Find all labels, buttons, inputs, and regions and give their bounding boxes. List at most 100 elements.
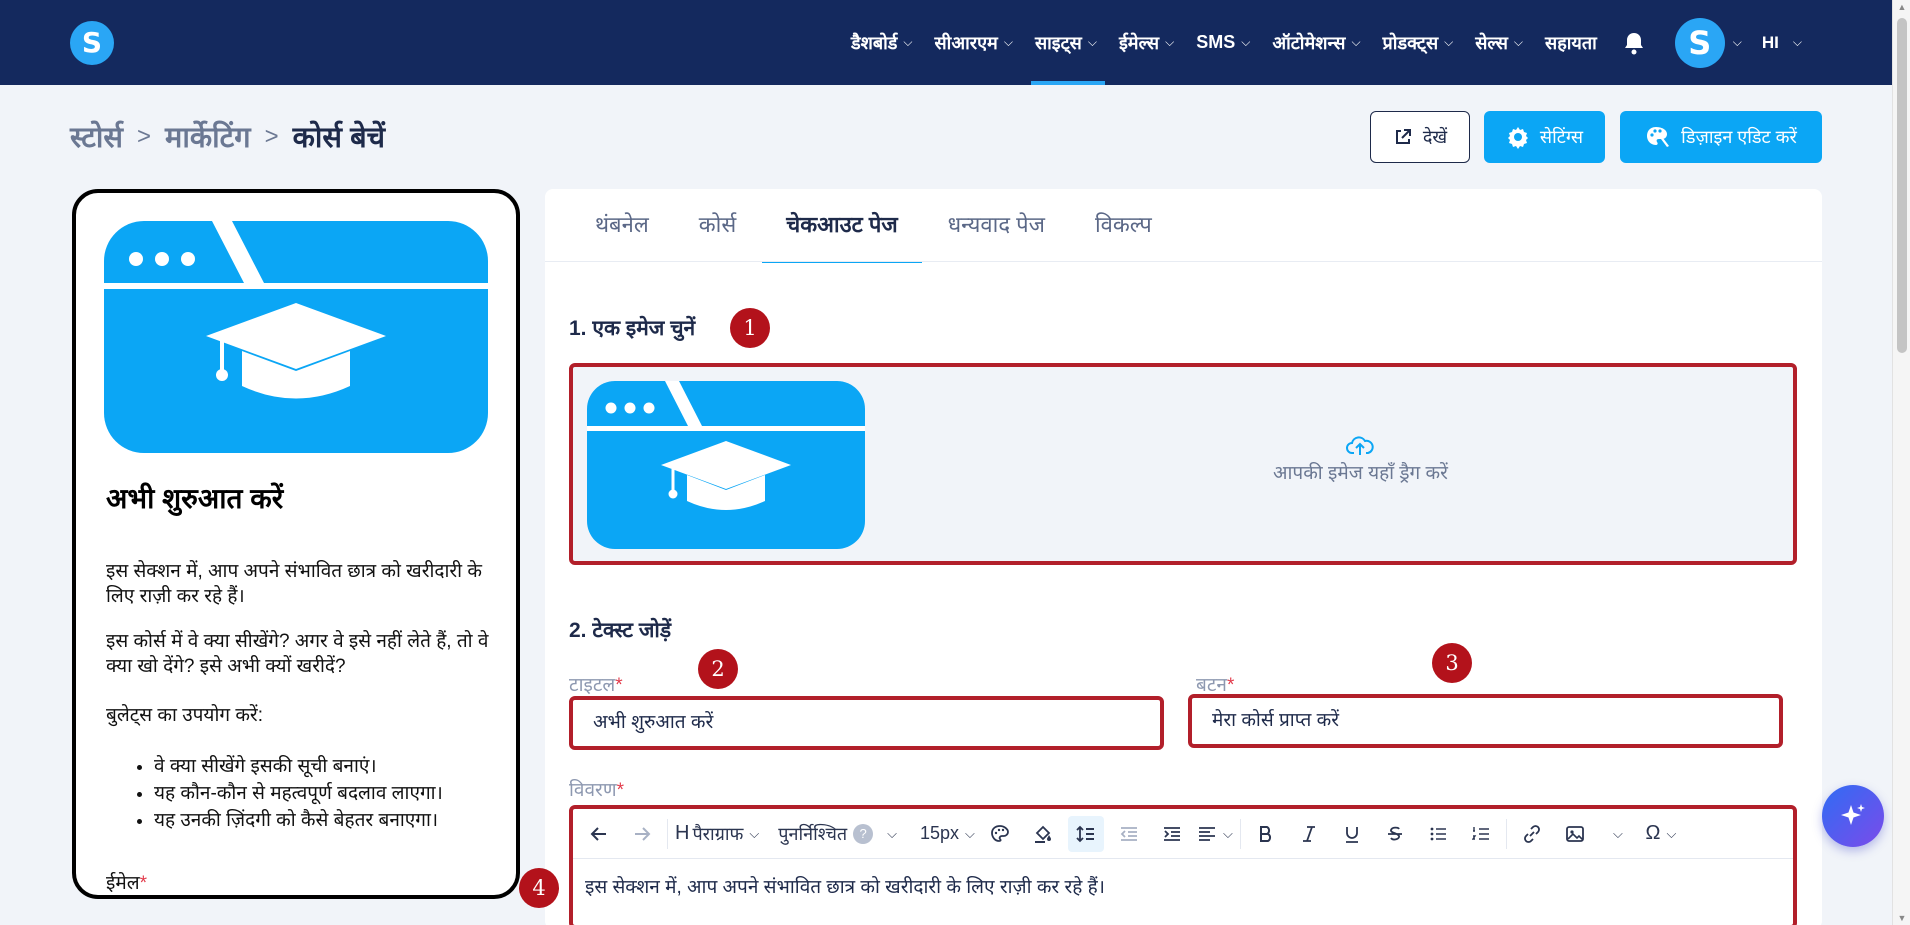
strikethrough-button[interactable] (1377, 816, 1413, 852)
checkout-preview: अभी शुरुआत करें इस सेक्शन में, आप अपने स… (72, 189, 520, 899)
breadcrumb-separator: > (264, 122, 279, 150)
chevron-down-icon: ⌵ (749, 825, 760, 841)
font-size-dropdown[interactable]: 15px ⌵ (920, 816, 975, 852)
title-input[interactable]: अभी शुरुआत करें (569, 696, 1164, 750)
gear-icon (1507, 127, 1528, 149)
arrow-left-icon (590, 826, 606, 841)
scrollbar-thumb[interactable] (1897, 18, 1907, 353)
text-color-button[interactable] (982, 816, 1018, 852)
increase-indent-button[interactable] (1154, 816, 1190, 852)
language-selector[interactable]: HI ⌵ (1762, 33, 1802, 53)
more-insert-dropdown[interactable]: ⌵ (1600, 816, 1636, 852)
tab-course[interactable]: कोर्स (699, 189, 736, 261)
insert-link-button[interactable] (1514, 816, 1550, 852)
highlight-color-button[interactable] (1025, 816, 1061, 852)
bold-button[interactable] (1248, 816, 1284, 852)
chevron-down-icon: ⌵ (1165, 35, 1175, 49)
line-height-button[interactable] (1067, 815, 1104, 852)
chevron-down-icon[interactable]: ⌵ (1733, 35, 1742, 50)
editor-panel: थंबनेल कोर्स चेकआउट पेज धन्यवाद पेज विकल… (519, 189, 1822, 925)
reusable-dropdown[interactable]: पुनर्निश्चित? ⌵ (778, 816, 897, 852)
step-badge: 2 (698, 649, 738, 689)
tab-thumbnail[interactable]: थंबनेल (595, 189, 649, 261)
outdent-icon (1120, 826, 1137, 841)
settings-button[interactable]: सेटिंग्स (1484, 111, 1605, 163)
bullet-list-icon (1430, 827, 1446, 840)
nav-sms[interactable]: SMS ⌵ (1196, 0, 1250, 85)
line-height-icon (1076, 825, 1094, 842)
chevron-down-icon: ⌵ (1087, 35, 1097, 49)
special-character-dropdown[interactable]: Ω ⌵ (1643, 816, 1679, 852)
ai-assistant-button[interactable] (1822, 785, 1884, 847)
view-button[interactable]: देखें (1370, 111, 1470, 163)
description-field-label: विवरण* (569, 780, 624, 801)
toolbar-divider (1505, 818, 1507, 849)
preview-bullet-list: वे क्या सीखेंगे इसकी सूची बनाएं। यह कौन-… (154, 753, 443, 834)
nav-crm[interactable]: सीआरएम ⌵ (935, 0, 1013, 85)
step-badge: 3 (1432, 643, 1472, 683)
align-left-icon (1198, 826, 1215, 841)
editor-toolbar: H पैराग्राफ ⌵ पुनर्निश्चित? ⌵ 15px ⌵ ⌵ ⌵ Ω ⌵ (573, 809, 1793, 859)
paragraph-style-dropdown[interactable]: H पैराग्राफ ⌵ (675, 816, 759, 852)
palette-icon (1647, 127, 1670, 147)
tab-checkout-page[interactable]: चेकआउट पेज (762, 189, 923, 263)
chevron-down-icon: ⌵ (887, 825, 897, 841)
arrow-right-icon (635, 826, 651, 841)
palette-icon (991, 824, 1009, 842)
chevron-down-icon: ⌵ (965, 825, 975, 841)
nav-products[interactable]: प्रोडक्ट्स ⌵ (1383, 0, 1454, 85)
chevron-down-icon: ⌵ (1351, 35, 1361, 49)
preview-paragraph: बुलेट्स का उपयोग करें: (106, 705, 263, 726)
numbered-list-button[interactable] (1463, 816, 1499, 852)
insert-image-button[interactable] (1557, 816, 1593, 852)
tab-options[interactable]: विकल्प (1095, 189, 1152, 261)
main-menu: डैशबोर्ड ⌵ सीआरएम ⌵ साइट्स ⌵ ईमेल्स ⌵ SMS ⌵ ऑ… (829, 0, 1802, 85)
title-field-label: टाइटल* (569, 675, 623, 696)
page-scrollbar[interactable]: ▲ ▼ (1892, 0, 1910, 925)
description-editor-content[interactable]: इस सेक्शन में, आप अपने संभावित छात्र को … (585, 873, 1105, 899)
chevron-down-icon: ⌵ (1792, 35, 1802, 49)
strikethrough-icon (1387, 826, 1402, 840)
edit-design-button[interactable]: डिज़ाइन एडिट करें (1620, 111, 1822, 163)
nav-emails[interactable]: ईमेल्स ⌵ (1119, 0, 1174, 85)
decrease-indent-button[interactable] (1111, 816, 1147, 852)
nav-dashboard[interactable]: डैशबोर्ड ⌵ (851, 0, 913, 85)
undo-button[interactable] (581, 816, 617, 852)
help-icon[interactable]: ? (853, 823, 874, 844)
italic-button[interactable] (1291, 816, 1327, 852)
bell-icon[interactable] (1623, 31, 1645, 55)
scroll-up-arrow[interactable]: ▲ (1897, 2, 1907, 12)
nav-sites[interactable]: साइट्स ⌵ (1030, 0, 1106, 85)
nav-automations[interactable]: ऑटोमेशन्स ⌵ (1272, 0, 1360, 85)
redo-button[interactable] (624, 816, 660, 852)
button-text-input[interactable]: मेरा कोर्स प्राप्त करें (1188, 694, 1783, 748)
app-logo[interactable]: S (70, 21, 114, 65)
user-avatar[interactable]: S (1674, 17, 1725, 68)
breadcrumb-stores[interactable]: स्टोर्स (70, 117, 123, 156)
chevron-down-icon: ⌵ (1222, 825, 1233, 841)
bullet-list-button[interactable] (1420, 816, 1456, 852)
breadcrumb-current: कोर्स बेचें (292, 122, 386, 154)
step-badge: 1 (730, 308, 770, 348)
chevron-down-icon: ⌵ (1666, 825, 1677, 841)
align-dropdown[interactable]: ⌵ (1197, 816, 1233, 852)
paint-bucket-icon (1034, 825, 1051, 843)
chevron-down-icon: ⌵ (903, 35, 913, 49)
breadcrumb-marketing[interactable]: मार्केटिंग (165, 117, 251, 156)
description-editor[interactable]: H पैराग्राफ ⌵ पुनर्निश्चित? ⌵ 15px ⌵ ⌵ ⌵ Ω ⌵ … (569, 805, 1797, 925)
underline-button[interactable] (1334, 816, 1370, 852)
chevron-down-icon: ⌵ (1513, 35, 1524, 49)
sparkle-icon (1841, 804, 1865, 825)
dropzone-prompt: आपकी इमेज यहाँ ड्रैग करें (1273, 435, 1448, 485)
cloud-upload-icon (1346, 436, 1375, 455)
tab-thank-you-page[interactable]: धन्यवाद पेज (948, 189, 1045, 261)
nav-help[interactable]: सहायता (1545, 0, 1597, 85)
section-heading: 2. टेक्स्ट जोड़ें (569, 619, 672, 642)
list-item: वे क्या सीखेंगे इसकी सूची बनाएं। (154, 753, 443, 780)
bold-icon (1259, 825, 1271, 842)
scroll-down-arrow[interactable]: ▼ (1897, 913, 1907, 923)
image-dropzone[interactable]: आपकी इमेज यहाँ ड्रैग करें (569, 363, 1797, 565)
nav-sales[interactable]: सेल्स ⌵ (1475, 0, 1523, 85)
selected-image-thumbnail[interactable] (587, 381, 865, 549)
required-mark: * (139, 873, 147, 894)
